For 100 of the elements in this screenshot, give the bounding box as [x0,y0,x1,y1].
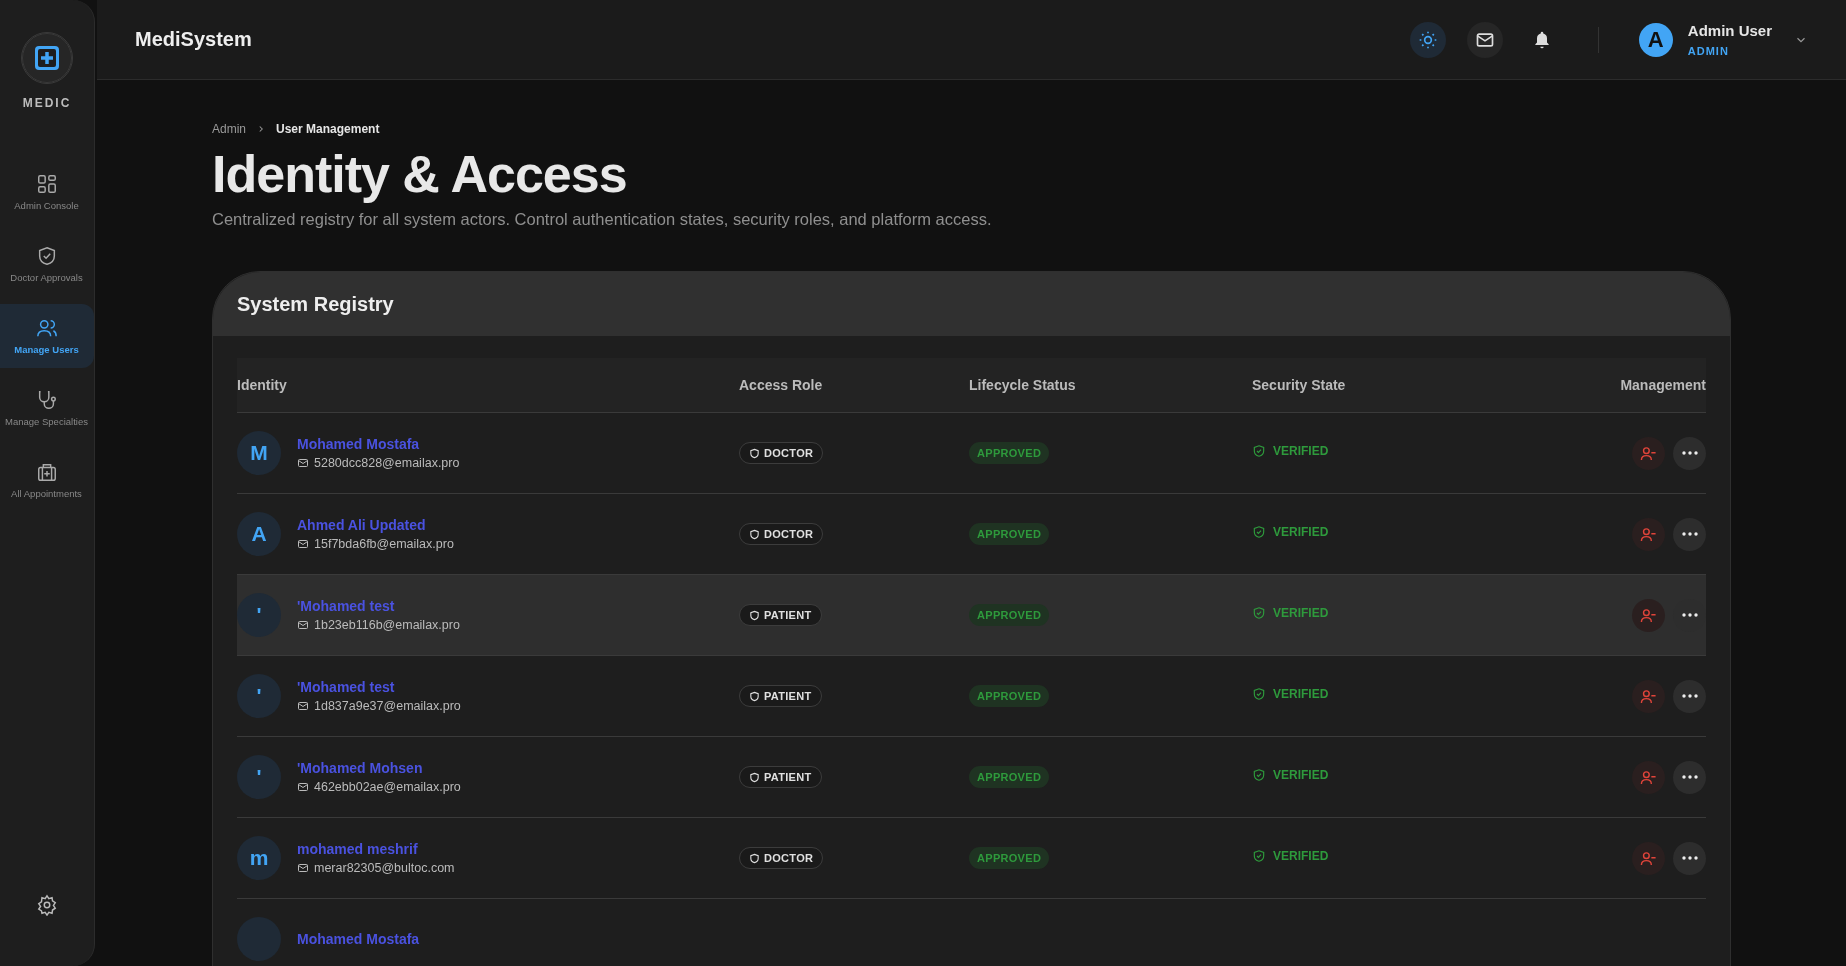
user-name[interactable]: Ahmed Ali Updated [297,517,454,533]
remove-user-button[interactable] [1632,436,1665,470]
role-badge: DOCTOR [739,847,824,869]
user-avatar: A [237,512,281,556]
ellipsis-icon [1681,856,1698,860]
shield-check-icon [1252,444,1266,458]
security-state: VERIFIED [1273,687,1329,701]
user-email: 15f7bda6fb@emailax.pro [314,537,454,551]
shield-check-icon [1252,606,1266,620]
ellipsis-icon [1681,694,1698,698]
role-badge: DOCTOR [739,523,824,545]
brand-name: MEDIC [22,96,72,110]
table-row[interactable]: Mohamed Mostafa [237,899,1706,966]
security-state: VERIFIED [1273,444,1329,458]
envelope-icon [297,700,309,712]
medical-kit-icon [35,461,58,483]
card-title: System Registry [237,292,394,316]
remove-user-button[interactable] [1632,679,1665,713]
remove-user-button[interactable] [1632,760,1665,794]
user-name: Admin User [1687,22,1772,39]
envelope-icon [297,538,309,550]
sidebar-item[interactable]: All Appointments [0,448,94,512]
ellipsis-icon [1681,613,1698,617]
theme-toggle-button[interactable] [1409,21,1446,58]
user-avatar [237,917,281,961]
settings-icon[interactable] [36,894,58,916]
user-minus-icon [1640,768,1657,786]
shield-check-icon [1252,525,1266,539]
column-header: Lifecycle Status [969,377,1077,393]
security-state: VERIFIED [1273,768,1329,782]
sidebar-item[interactable]: Manage Users [0,304,94,368]
table-row[interactable]: ' 'Mohamed test 1b23eb116b@emailax.pro PATIENT APPROVED VERIFIED [237,575,1706,656]
sidebar-item[interactable]: Admin Console [0,160,94,224]
user-avatar: ' [237,674,281,718]
status-badge: APPROVED [969,442,1050,464]
role-badge: PATIENT [739,766,822,788]
status-badge: APPROVED [969,685,1050,707]
more-options-button[interactable] [1673,760,1706,794]
column-header: Access Role [739,377,824,393]
user-name[interactable]: 'Mohamed test [297,679,461,695]
envelope-icon [297,457,309,469]
envelope-icon [297,619,309,631]
status-badge: APPROVED [969,604,1050,626]
status-badge: APPROVED [969,766,1050,788]
user-role: ADMIN [1687,45,1730,57]
more-options-button[interactable] [1673,841,1706,875]
user-name[interactable]: 'Mohamed Mohsen [297,760,461,776]
remove-user-button[interactable] [1632,598,1665,632]
sidebar-item[interactable]: Manage Specialties [0,376,94,440]
role-badge: PATIENT [739,685,822,707]
user-avatar: ' [237,755,281,799]
remove-user-button[interactable] [1632,517,1665,551]
breadcrumb-item: User Management [276,122,380,136]
security-state: VERIFIED [1273,849,1329,863]
role-badge: DOCTOR [739,442,824,464]
table-row[interactable]: m mohamed meshrif merar82305@bultoc.com DOCTOR APPROVED VERIFIED [237,818,1706,899]
user-minus-icon [1640,525,1657,543]
security-state: VERIFIED [1273,606,1329,620]
page-subtitle: Centralized registry for all system actors. Control authentication states, security roles, and platform access. [212,210,993,229]
user-minus-icon [1640,606,1657,624]
users-icon [35,317,58,339]
table-row[interactable]: M Mohamed Mostafa 5280dcc828@emailax.pro DOCTOR APPROVED VERIFIED [237,413,1706,494]
user-email: merar82305@bultoc.com [314,861,455,875]
status-badge: APPROVED [969,847,1050,869]
logo-icon [21,32,73,84]
user-minus-icon [1640,687,1657,705]
table-row[interactable]: ' 'Mohamed test 1d837a9e37@emailax.pro PATIENT APPROVED VERIFIED [237,656,1706,737]
sidebar-item[interactable]: Doctor Approvals [0,232,94,296]
sun-icon [1417,29,1438,50]
column-header: Security State [1252,377,1347,393]
user-name[interactable]: Mohamed Mostafa [297,931,420,947]
column-header: Management [1619,377,1706,393]
user-avatar: M [237,431,281,475]
user-minus-icon [1640,849,1657,867]
user-email: 5280dcc828@emailax.pro [314,456,460,470]
user-name[interactable]: mohamed meshrif [297,841,455,857]
app-title: MediSystem [135,28,252,51]
column-header: Identity [237,377,288,393]
security-state: VERIFIED [1273,525,1329,539]
status-badge: APPROVED [969,523,1050,545]
grid-icon [35,173,58,195]
envelope-icon [297,781,309,793]
user-name[interactable]: Mohamed Mostafa [297,436,460,452]
more-options-button[interactable] [1673,517,1706,551]
more-options-button[interactable] [1673,679,1706,713]
shield-check-icon [1252,687,1266,701]
shield-check-icon [1252,849,1266,863]
ellipsis-icon [1681,532,1698,536]
user-avatar[interactable]: A [1638,22,1673,57]
page-title: Identity & Access [212,144,628,204]
table-row[interactable]: ' 'Mohamed Mohsen 462ebb02ae@emailax.pro PATIENT APPROVED VERIFIED [237,737,1706,818]
user-email: 462ebb02ae@emailax.pro [314,780,461,794]
more-options-button[interactable] [1673,436,1706,470]
user-minus-icon [1640,444,1657,462]
shield-check-icon [1252,768,1266,782]
breadcrumb-item[interactable]: Admin [212,122,246,136]
remove-user-button[interactable] [1632,841,1665,875]
user-email: 1b23eb116b@emailax.pro [314,618,460,632]
ellipsis-icon [1681,775,1698,779]
user-avatar: m [237,836,281,880]
